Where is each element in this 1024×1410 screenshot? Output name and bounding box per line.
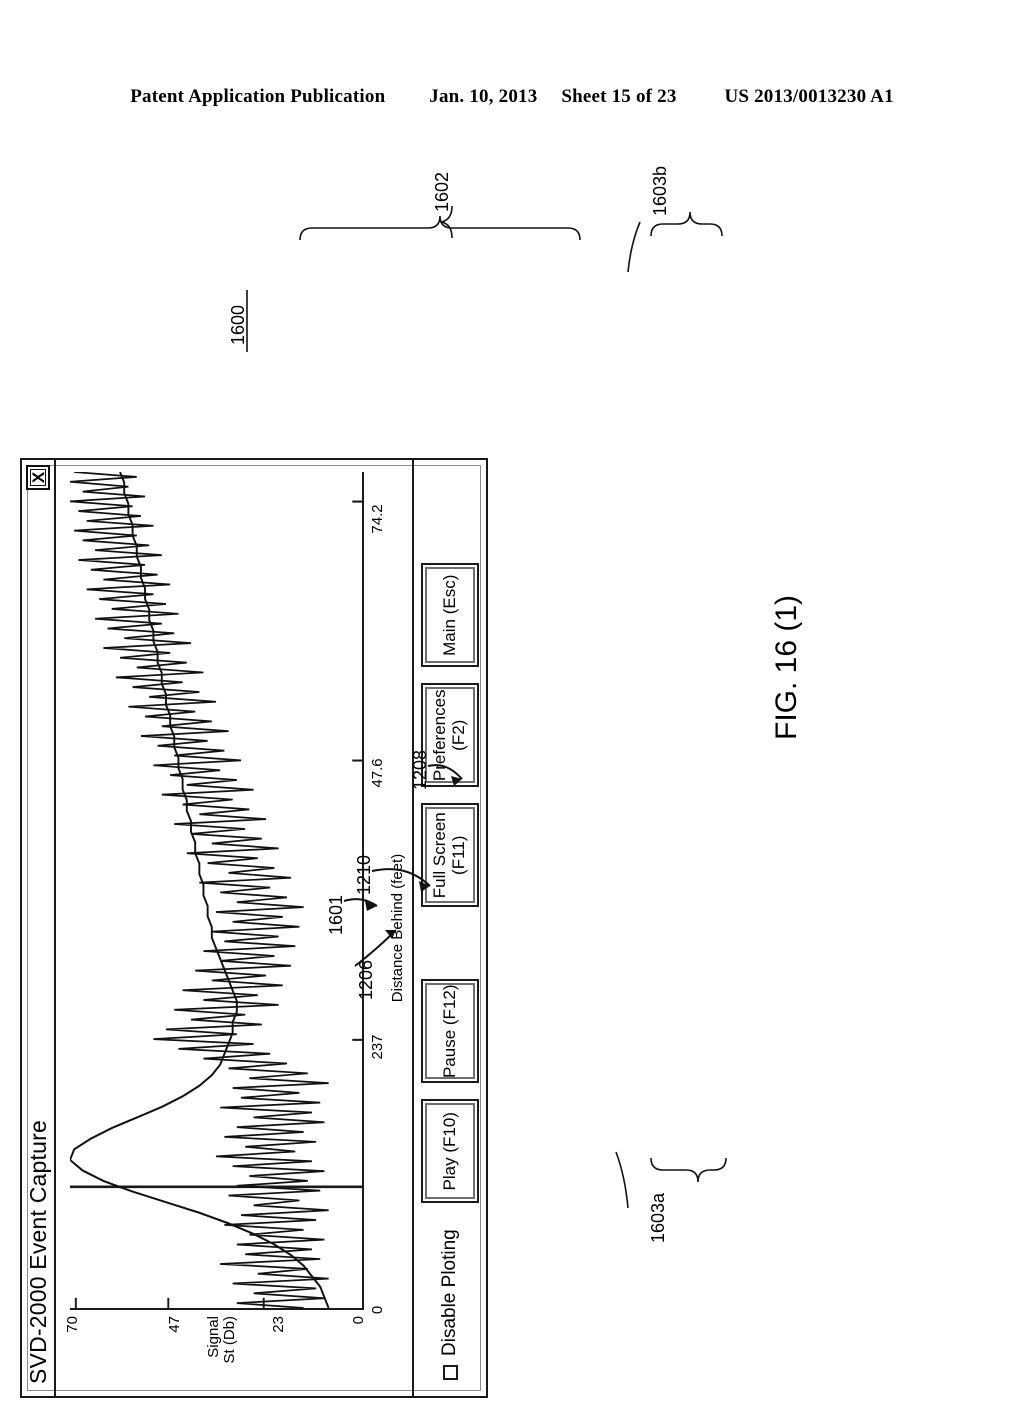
figure-caption: FIG. 16 (1) — [770, 594, 803, 740]
window-title: SVD-2000 Event Capture — [24, 1120, 51, 1384]
x-tick-label-237: 237 — [369, 1034, 386, 1060]
ref-1601: 1601 — [326, 894, 346, 935]
control-strip: Disable Ploting Play (F10) Pause (F12) F… — [412, 460, 486, 1396]
ref-1603a: 1603a — [648, 1192, 668, 1243]
disable-plotting-label: Disable Ploting — [439, 1229, 460, 1356]
y-axis-title: Signal St (Db) — [205, 1316, 238, 1392]
full-screen-button-line2: (F11) — [449, 835, 468, 875]
x-tick-label-476: 47.6 — [369, 758, 386, 788]
play-button[interactable]: Play (F10) — [421, 1099, 479, 1204]
y-tick-label-23: 23 — [270, 1316, 287, 1333]
ref-1600: 1600 — [228, 304, 248, 345]
y-axis-title-line1: Signal — [205, 1316, 222, 1358]
plot-panel: 70 47 23 0 Signal St (Db) 0 237 47.6 74.… — [56, 460, 412, 1396]
plot-frame — [70, 472, 364, 1310]
close-icon[interactable]: X — [26, 465, 50, 490]
main-button[interactable]: Main (Esc) — [421, 563, 479, 668]
ref-1206: 1206 — [356, 959, 376, 1000]
preferences-button-line1: Preferences — [430, 689, 450, 782]
y-tick-marks — [74, 1297, 265, 1308]
ref-1208: 1208 — [410, 749, 430, 790]
x-tick-label-742: 74.2 — [369, 504, 386, 534]
y-axis-title-line2: St (Db) — [220, 1316, 238, 1364]
full-screen-button[interactable]: Full Screen (F11) — [421, 803, 479, 908]
ref-1602: 1602 — [432, 171, 452, 212]
y-tick-label-70: 70 — [64, 1316, 81, 1333]
pause-button[interactable]: Pause (F12) — [421, 979, 479, 1084]
ref-1210: 1210 — [354, 854, 374, 895]
disable-plotting-checkbox[interactable] — [442, 1365, 458, 1380]
figure-area: SVD-2000 Event Capture X 70 47 23 0 Sign… — [0, 0, 1024, 1398]
x-axis-title: Distance Behind (feet) — [389, 853, 406, 1003]
rotated-ui-stage: SVD-2000 Event Capture X 70 47 23 0 Sign… — [12, 410, 512, 1410]
application-window: SVD-2000 Event Capture X 70 47 23 0 Sign… — [20, 458, 488, 1398]
y-tick-label-47: 47 — [166, 1316, 183, 1333]
preferences-button-line2: (F2) — [449, 719, 468, 751]
signal-plot — [70, 472, 362, 1308]
window-title-bar: SVD-2000 Event Capture X — [22, 460, 56, 1396]
ref-1603b: 1603b — [650, 165, 670, 216]
full-screen-button-line1: Full Screen — [430, 812, 450, 899]
disable-plotting-checkbox-group[interactable]: Disable Ploting — [439, 1229, 461, 1380]
x-tick-label-0: 0 — [369, 1305, 386, 1315]
y-tick-label-0: 0 — [350, 1316, 367, 1325]
